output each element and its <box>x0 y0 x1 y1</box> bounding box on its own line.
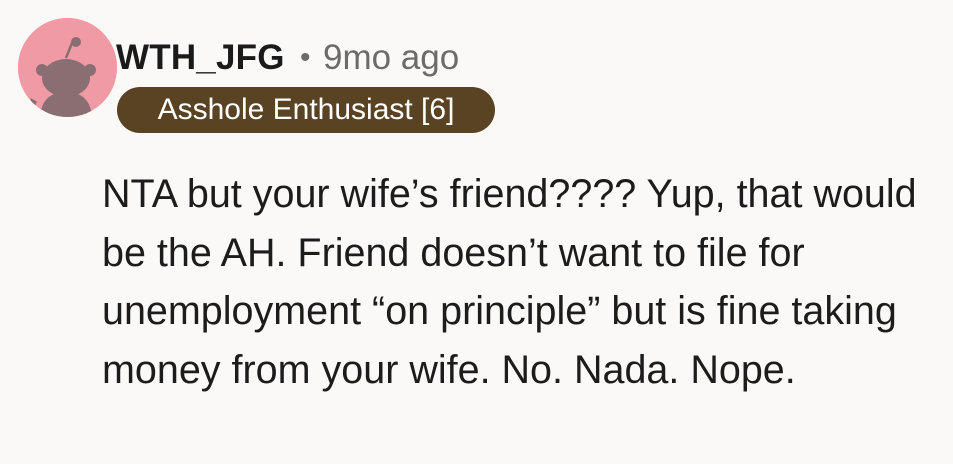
meta-separator-dot: • <box>300 41 311 74</box>
reddit-snoo-avatar-icon <box>18 18 117 117</box>
comment-body-text: NTA but your wife’s friend???? Yup, that… <box>102 172 917 392</box>
comment-author-username[interactable]: WTH_JFG <box>116 38 285 78</box>
user-avatar[interactable] <box>18 18 117 117</box>
comment-timestamp[interactable]: 9mo ago <box>323 38 459 78</box>
user-flair-badge: Asshole Enthusiast [6] <box>117 87 495 133</box>
